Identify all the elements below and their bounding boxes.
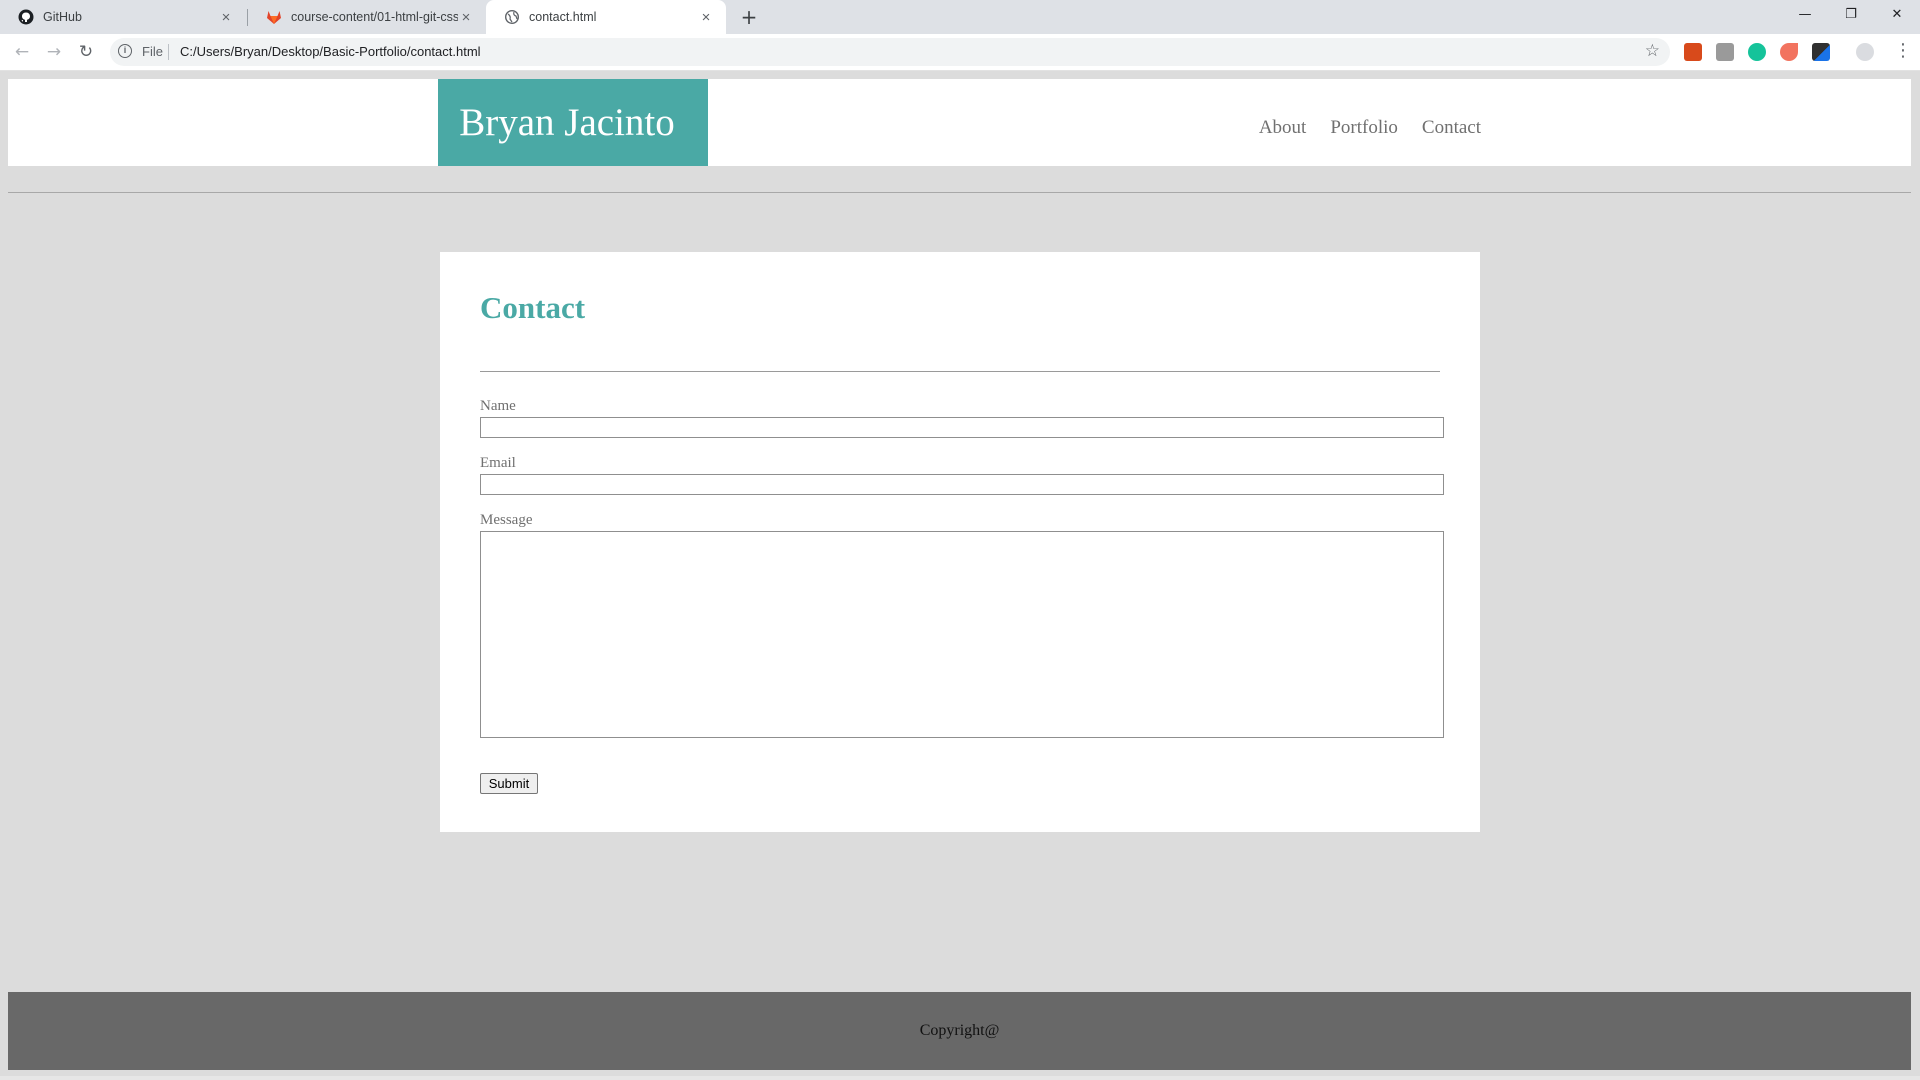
tab-strip: GitHub × course-content/01-html-git-css/…	[0, 0, 1920, 34]
name-label: Name	[480, 398, 516, 414]
nav-link-portfolio[interactable]: Portfolio	[1330, 117, 1398, 139]
copyright-text: Copyright@	[919, 1022, 1000, 1039]
forward-arrow-icon[interactable]: →	[43, 41, 65, 63]
gitlab-icon	[266, 9, 282, 25]
back-arrow-icon[interactable]: ←	[11, 41, 33, 63]
bookmark-star-icon[interactable]: ☆	[1645, 41, 1660, 61]
restore-icon[interactable]: ❐	[1828, 0, 1874, 30]
tab-label: course-content/01-html-git-css/	[291, 10, 458, 24]
office-extension-icon[interactable]	[1684, 43, 1702, 61]
message-label: Message	[480, 512, 533, 528]
close-icon[interactable]: ×	[698, 9, 714, 26]
info-icon[interactable]: i	[118, 44, 132, 58]
menu-icon[interactable]: ⋮	[1894, 40, 1912, 62]
email-label: Email	[480, 455, 516, 471]
minimize-icon[interactable]: —	[1782, 0, 1828, 30]
brand-logo[interactable]: Bryan Jacinto	[438, 79, 708, 166]
extension-icon[interactable]	[1780, 43, 1798, 61]
site-header: Bryan Jacinto About Portfolio Contact	[8, 79, 1911, 166]
nav-link-contact[interactable]: Contact	[1422, 117, 1481, 139]
url-text[interactable]: C:/Users/Bryan/Desktop/Basic-Portfolio/c…	[180, 44, 481, 59]
page-title: Contact	[480, 290, 586, 325]
browser-toolbar: ← → ↻ i File C:/Users/Bryan/Desktop/Basi…	[0, 34, 1920, 71]
submit-button[interactable]: Submit	[480, 773, 538, 794]
site-nav: About Portfolio Contact	[1259, 79, 1481, 166]
window-bottom-edge	[0, 1076, 1920, 1080]
divider	[168, 44, 169, 60]
header-divider	[8, 192, 1911, 193]
nav-link-about[interactable]: About	[1259, 117, 1307, 139]
profile-avatar-icon[interactable]	[1856, 43, 1874, 61]
tab-label: contact.html	[529, 10, 597, 24]
reload-icon[interactable]: ↻	[75, 41, 97, 63]
email-field[interactable]	[480, 474, 1444, 495]
heading-divider	[480, 371, 1440, 372]
tab-gitlab[interactable]: course-content/01-html-git-css/ ×	[248, 0, 486, 34]
address-bar[interactable]: i File C:/Users/Bryan/Desktop/Basic-Port…	[110, 38, 1670, 66]
new-tab-button[interactable]: +	[738, 6, 760, 28]
message-field[interactable]	[480, 531, 1444, 738]
close-icon[interactable]: ×	[218, 9, 234, 26]
close-window-icon[interactable]: ✕	[1874, 0, 1920, 30]
close-icon[interactable]: ×	[458, 9, 474, 26]
globe-icon	[504, 9, 520, 25]
contact-card: Contact Name Email Message Submit	[440, 252, 1480, 832]
page-content: Bryan Jacinto About Portfolio Contact Co…	[8, 79, 1911, 1070]
github-icon	[18, 9, 34, 25]
scheme-label: File	[142, 44, 163, 59]
site-footer: Copyright@	[8, 992, 1911, 1070]
tab-label: GitHub	[43, 10, 82, 24]
grammarly-icon[interactable]	[1748, 43, 1766, 61]
tab-github[interactable]: GitHub ×	[0, 0, 246, 34]
pen-extension-icon[interactable]	[1812, 43, 1830, 61]
tab-contact[interactable]: contact.html ×	[486, 0, 726, 34]
pdf-extension-icon[interactable]	[1716, 43, 1734, 61]
name-field[interactable]	[480, 417, 1444, 438]
